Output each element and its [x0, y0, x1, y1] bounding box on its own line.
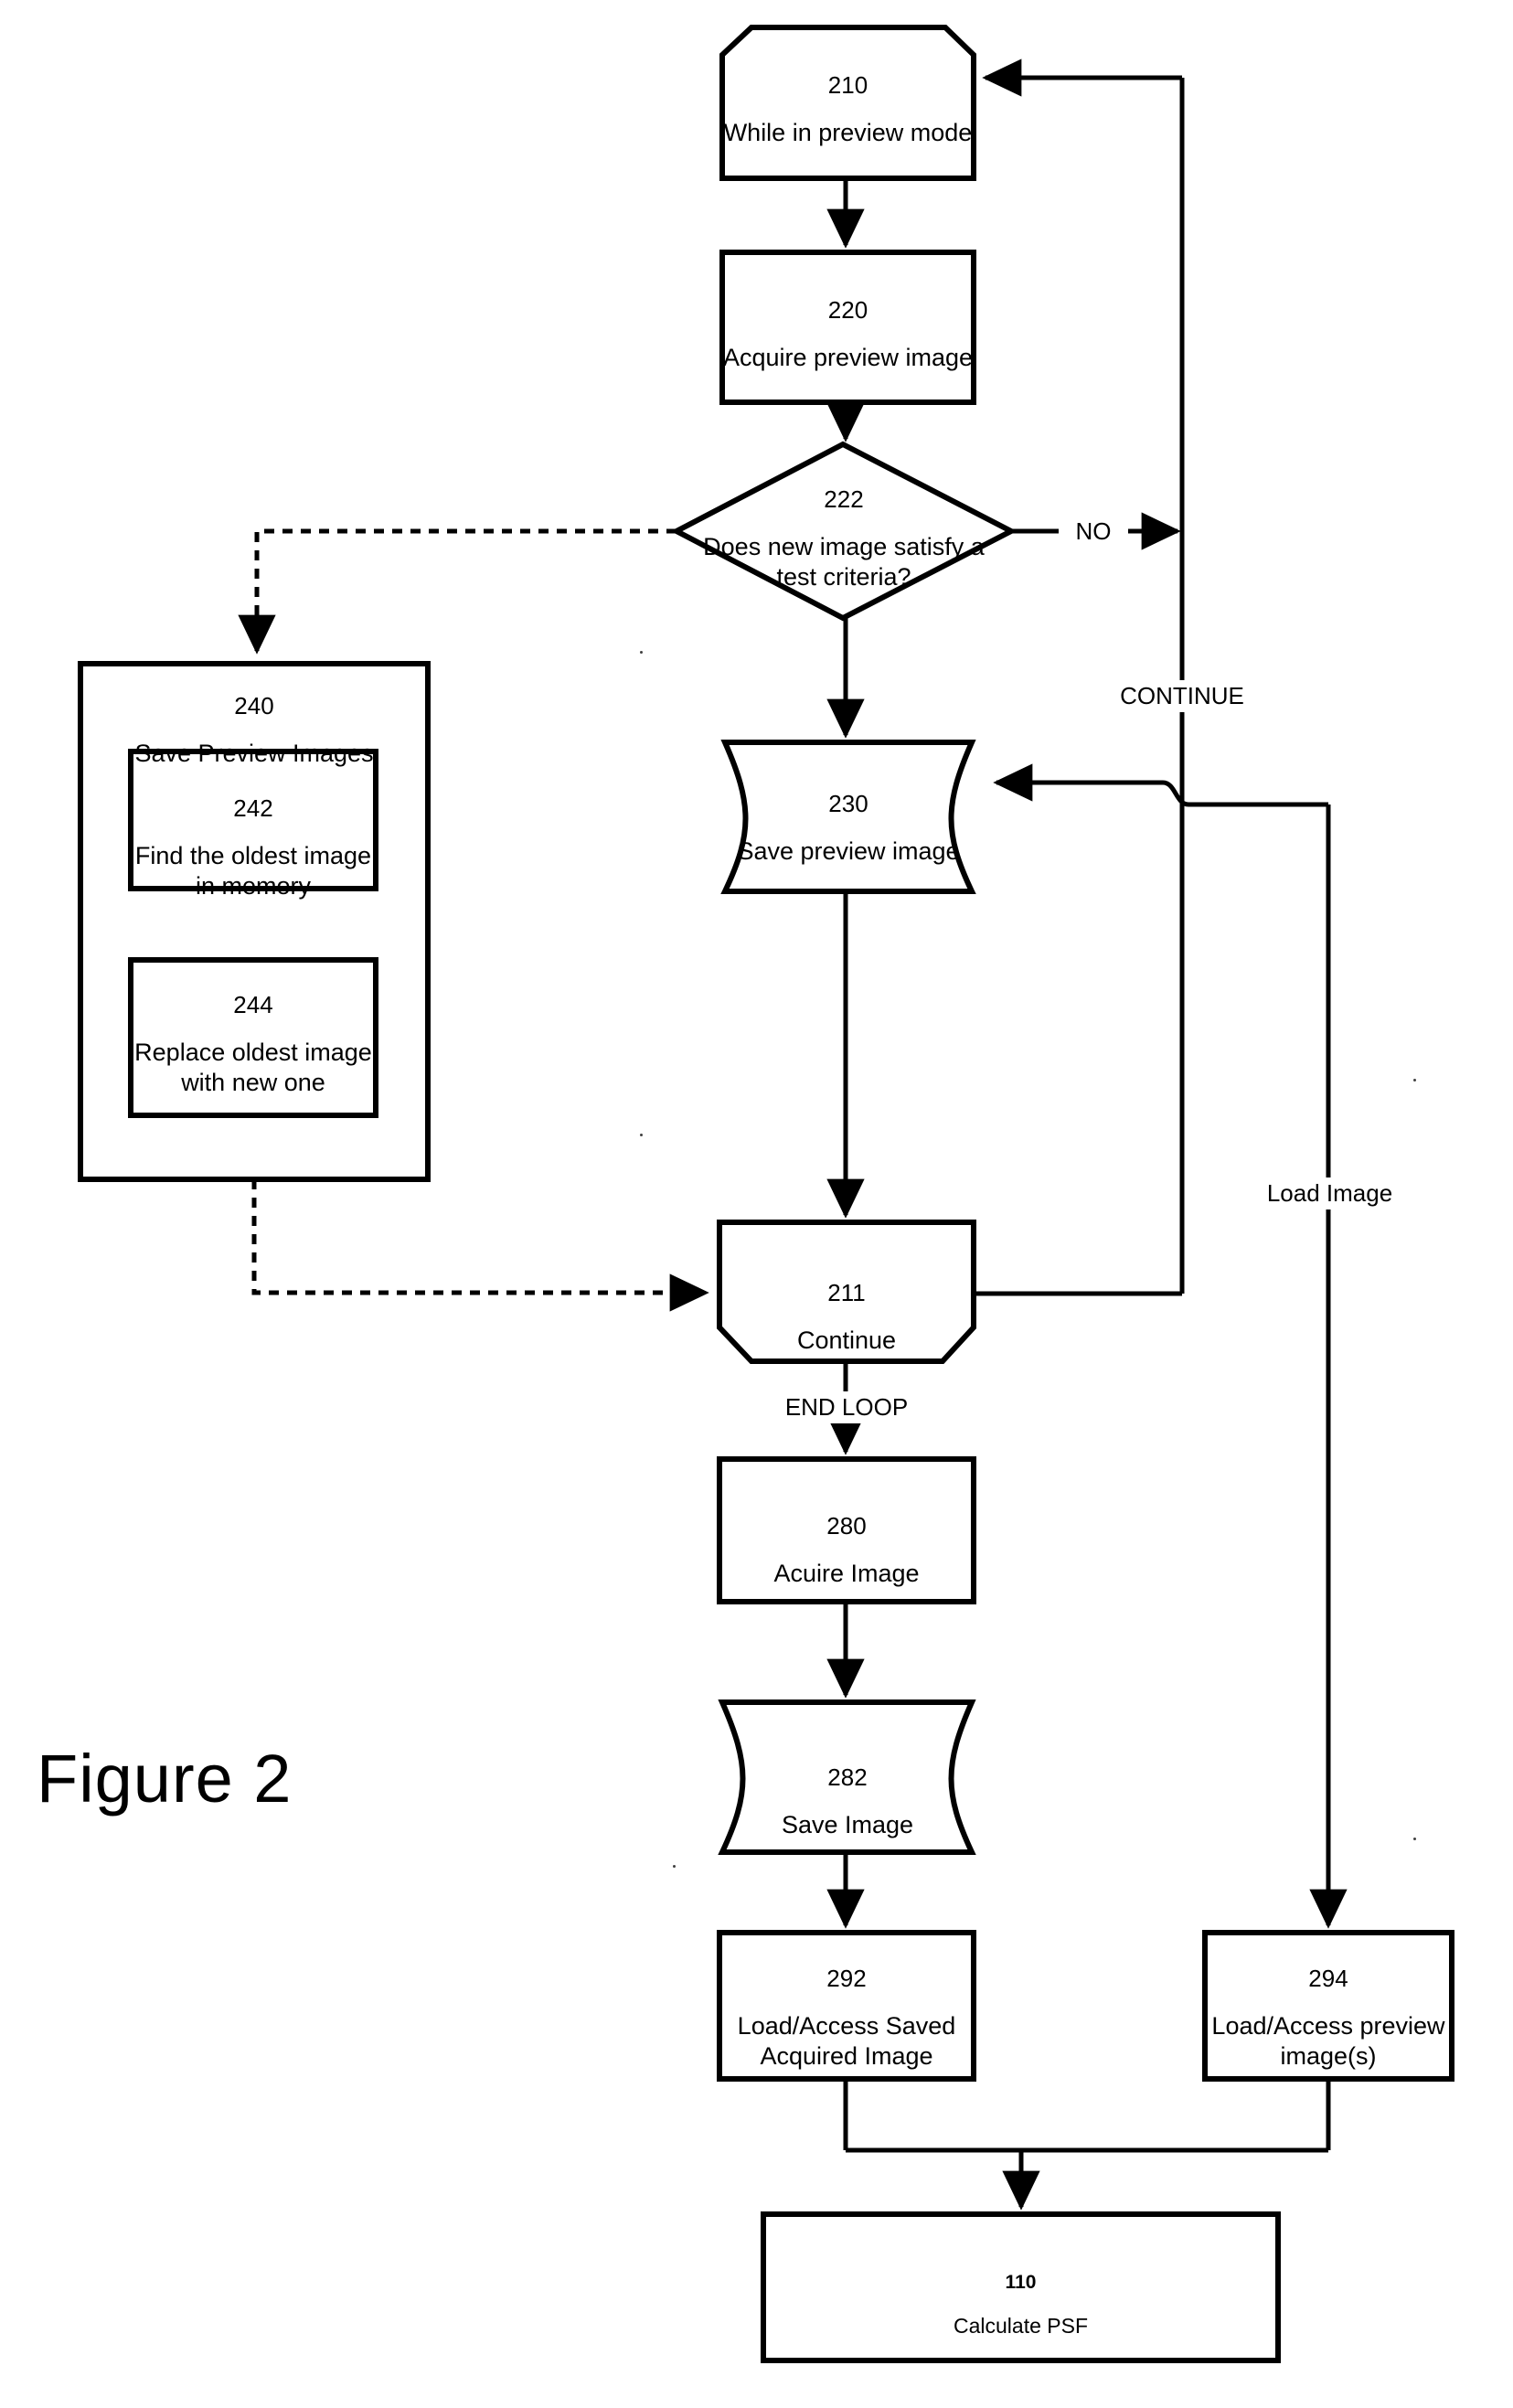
- edge-label-end-loop: END LOOP: [764, 1391, 929, 1423]
- node-shape-244: [128, 957, 378, 1118]
- scan-speck: [640, 1134, 643, 1136]
- edge-loadimage-jump-over-bus: [1162, 780, 1189, 807]
- node-shape-211: [717, 1220, 976, 1364]
- node-shape-110: [761, 2211, 1281, 2363]
- node-shape-292: [717, 1930, 976, 2082]
- node-shape-282: [718, 1699, 976, 1855]
- scan-speck: [1413, 1838, 1416, 1840]
- scan-speck: [640, 651, 643, 654]
- edge-label-no: NO: [1059, 517, 1128, 546]
- node-shape-220: [719, 250, 976, 405]
- scan-speck: [1413, 1079, 1416, 1081]
- node-shape-294: [1202, 1930, 1454, 2082]
- edge-222-to-240-dashed: [238, 528, 677, 655]
- node-shape-242: [128, 749, 378, 891]
- node-shape-230: [720, 740, 976, 894]
- figure-2-flowchart-page: 210 While in preview mode 220 Acquire pr…: [0, 0, 1513, 2408]
- figure-caption: Figure 2: [37, 1741, 293, 1817]
- node-shape-210: [719, 25, 976, 181]
- scan-speck: [673, 1865, 676, 1868]
- edge-240-to-211-dashed: [251, 1179, 709, 1312]
- edge-label-continue: CONTINUE: [1086, 680, 1278, 712]
- node-shape-280: [717, 1456, 976, 1604]
- edge-label-load-image: Load Image: [1241, 1177, 1419, 1209]
- node-shape-222: [670, 441, 1018, 622]
